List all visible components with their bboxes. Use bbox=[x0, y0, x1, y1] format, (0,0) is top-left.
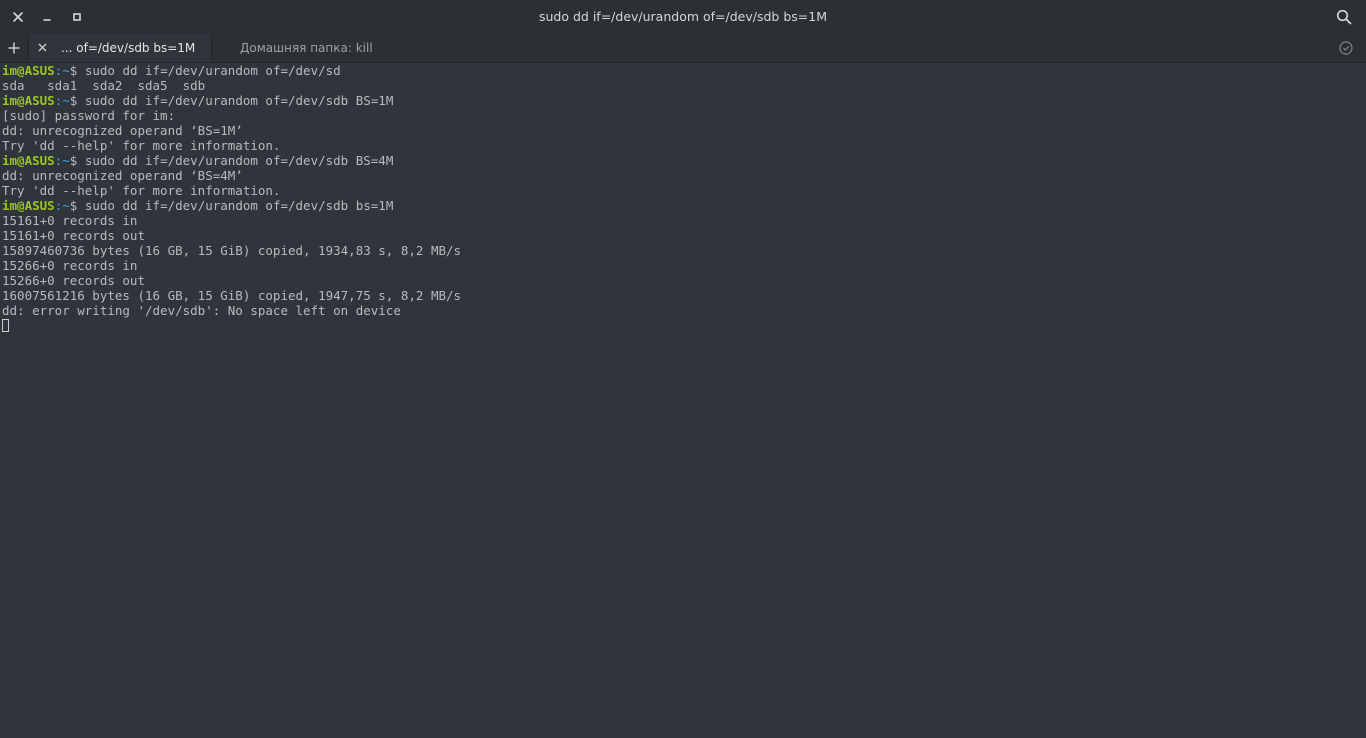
prompt-path: :~ bbox=[54, 63, 70, 78]
terminal-window: sudo dd if=/dev/urandom of=/dev/sdb bs=1… bbox=[0, 0, 1366, 738]
prompt-user: im@ASUS bbox=[2, 198, 55, 213]
prompt-symbol: $ bbox=[69, 153, 85, 168]
minimize-icon bbox=[42, 12, 52, 22]
maximize-button[interactable] bbox=[68, 8, 86, 26]
cursor-line bbox=[2, 318, 1356, 333]
scrollbar[interactable] bbox=[1358, 63, 1366, 738]
prompt-symbol: $ bbox=[69, 63, 85, 78]
tab-bar: ... of=/dev/sdb bs=1M Домашняя папка: ki… bbox=[0, 34, 1366, 63]
terminal-output[interactable]: im@ASUS:~$ sudo dd if=/dev/urandom of=/d… bbox=[0, 63, 1356, 738]
output-line: 15161+0 records out bbox=[2, 228, 145, 243]
tab-history-button[interactable] bbox=[1338, 40, 1354, 56]
search-icon bbox=[1336, 9, 1352, 29]
title-bar[interactable]: sudo dd if=/dev/urandom of=/dev/sdb bs=1… bbox=[0, 0, 1366, 34]
prompt-line: im@ASUS:~$ sudo dd if=/dev/urandom of=/d… bbox=[2, 153, 1356, 168]
prompt-line: im@ASUS:~$ sudo dd if=/dev/urandom of=/d… bbox=[2, 198, 1356, 213]
command-text: sudo dd if=/dev/urandom of=/dev/sdb bs=1… bbox=[84, 198, 394, 213]
output-line: 15897460736 bytes (16 GB, 15 GiB) copied… bbox=[2, 243, 462, 258]
window-title: sudo dd if=/dev/urandom of=/dev/sdb bs=1… bbox=[539, 9, 827, 24]
close-icon bbox=[38, 41, 47, 55]
output-line: 15266+0 records in bbox=[2, 258, 138, 273]
output-line: [sudo] password for im: bbox=[2, 108, 176, 123]
search-button[interactable] bbox=[1336, 9, 1352, 25]
prompt-symbol: $ bbox=[69, 198, 85, 213]
output-line: dd: error writing '/dev/sdb': No space l… bbox=[2, 303, 401, 318]
minimize-button[interactable] bbox=[38, 8, 56, 26]
maximize-icon bbox=[72, 12, 82, 22]
prompt-path: :~ bbox=[54, 198, 70, 213]
text-cursor bbox=[2, 319, 9, 332]
prompt-line: im@ASUS:~$ sudo dd if=/dev/urandom of=/d… bbox=[2, 63, 1356, 78]
output-line: dd: unrecognized operand ‘BS=1M’ bbox=[2, 123, 243, 138]
command-text: sudo dd if=/dev/urandom of=/dev/sdb BS=4… bbox=[84, 153, 394, 168]
command-text: sudo dd if=/dev/urandom of=/dev/sdb BS=1… bbox=[84, 93, 394, 108]
tab-label: ... of=/dev/sdb bs=1M bbox=[61, 41, 196, 55]
clock-icon bbox=[1338, 41, 1354, 60]
tab-label: Домашняя папка: kill bbox=[240, 41, 373, 55]
tab-active[interactable]: ... of=/dev/sdb bs=1M bbox=[28, 34, 212, 62]
output-line: 15266+0 records out bbox=[2, 273, 145, 288]
tab-home-folder[interactable]: Домашняя папка: kill bbox=[212, 34, 402, 62]
new-tab-button[interactable] bbox=[5, 39, 23, 57]
plus-icon bbox=[5, 42, 23, 61]
prompt-user: im@ASUS bbox=[2, 63, 55, 78]
tab-close-button[interactable] bbox=[35, 41, 49, 55]
output-line: 15161+0 records in bbox=[2, 213, 138, 228]
close-icon bbox=[13, 12, 23, 22]
output-line: sda sda1 sda2 sda5 sdb bbox=[2, 78, 206, 93]
output-line: Try 'dd --help' for more information. bbox=[2, 183, 281, 198]
prompt-user: im@ASUS bbox=[2, 153, 55, 168]
command-text: sudo dd if=/dev/urandom of=/dev/sd bbox=[84, 63, 341, 78]
prompt-path: :~ bbox=[54, 93, 70, 108]
output-line: Try 'dd --help' for more information. bbox=[2, 138, 281, 153]
close-button[interactable] bbox=[9, 8, 27, 26]
output-line: dd: unrecognized operand ‘BS=4M’ bbox=[2, 168, 243, 183]
prompt-path: :~ bbox=[54, 153, 70, 168]
prompt-line: im@ASUS:~$ sudo dd if=/dev/urandom of=/d… bbox=[2, 93, 1356, 108]
prompt-symbol: $ bbox=[69, 93, 85, 108]
output-line: 16007561216 bytes (16 GB, 15 GiB) copied… bbox=[2, 288, 462, 303]
prompt-user: im@ASUS bbox=[2, 93, 55, 108]
